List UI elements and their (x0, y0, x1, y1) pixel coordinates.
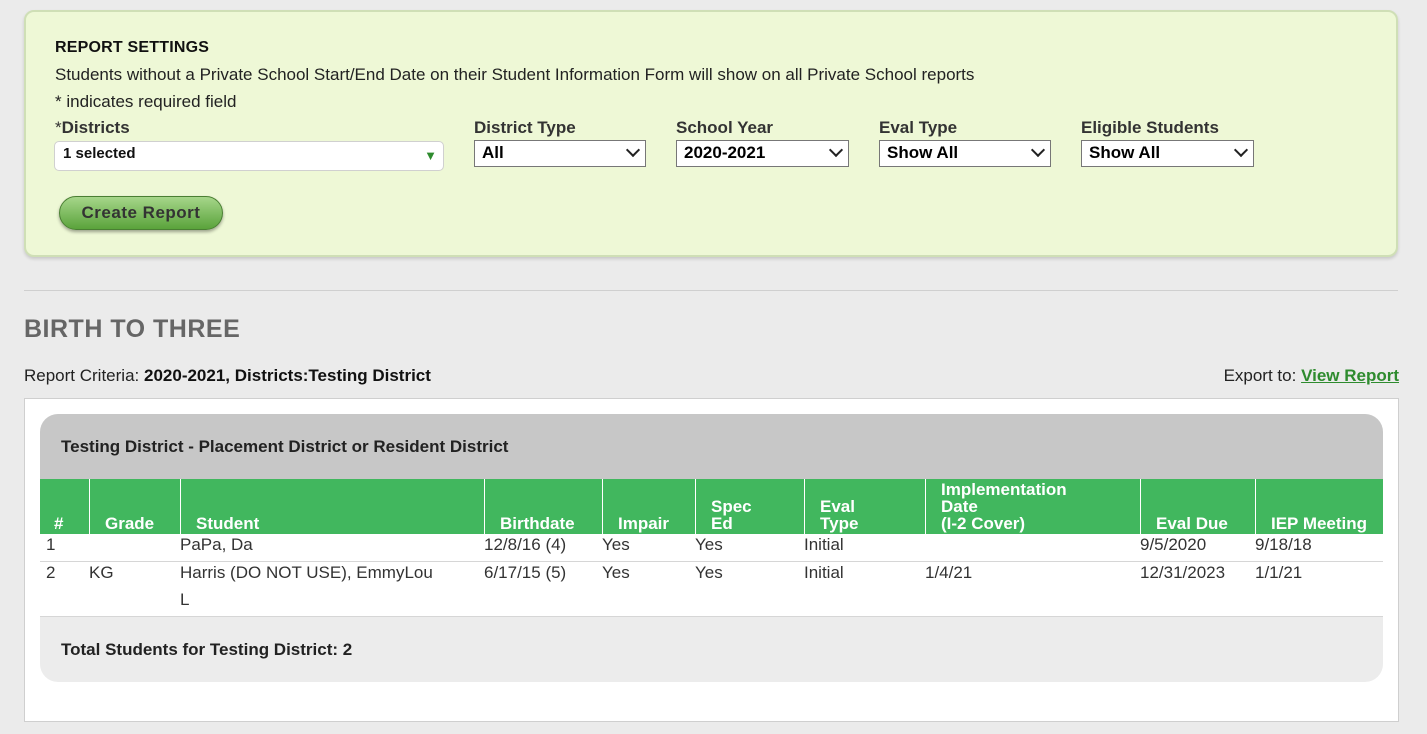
column-header: Eval Type (804, 479, 925, 534)
column-header: Implementation Date (I-2 Cover) (925, 479, 1140, 534)
table-cell: KG (89, 563, 114, 582)
column-header: Impair (602, 479, 695, 534)
required-field-note: * indicates required field (55, 92, 237, 111)
total-students: Total Students for Testing District: 2 (61, 640, 353, 659)
districts-label-text: Districts (61, 118, 130, 137)
table-cell: Yes (695, 563, 723, 582)
table-cell: 12/8/16 (4) (484, 535, 567, 554)
column-header: Eval Due (1140, 479, 1255, 534)
settings-title: REPORT SETTINGS (55, 39, 210, 56)
eval-type-select[interactable]: Show All (879, 140, 1051, 167)
district-group: Testing District - Placement District or… (40, 414, 1383, 682)
table-cell: 9/5/2020 (1140, 535, 1207, 554)
district-type-select[interactable]: All (474, 140, 646, 167)
chevron-down-icon (1233, 142, 1249, 158)
report-criteria: Report Criteria: 2020-2021, Districts:Te… (24, 366, 431, 386)
column-header: Student (180, 479, 484, 534)
table-cell: Initial (804, 535, 844, 554)
report-settings-panel: REPORT SETTINGS Students without a Priva… (24, 10, 1398, 257)
view-report-link[interactable]: View Report (1301, 366, 1399, 385)
group-title: Testing District - Placement District or… (61, 437, 509, 456)
eval-type-value: Show All (887, 143, 959, 162)
criteria-value: 2020-2021, Districts:Testing District (144, 366, 431, 385)
table-row: 1 PaPa, Da 12/8/16 (4) Yes Yes Initial 9/5/202… (40, 534, 1383, 562)
report-title: BIRTH TO THREE (24, 315, 241, 343)
school-year-label: School Year (676, 118, 774, 137)
section-divider (24, 290, 1398, 291)
district-type-label: District Type (474, 118, 576, 137)
eval-type-label: Eval Type (879, 118, 958, 137)
report-panel: Testing District - Placement District or… (24, 398, 1399, 722)
required-star: * (55, 118, 62, 137)
school-year-select[interactable]: 2020-2021 (676, 140, 849, 167)
criteria-label: Report Criteria: (24, 366, 140, 385)
table-header: # Grade Student Birthdate Impair Spec Ed Eval … (40, 479, 1383, 534)
create-report-button[interactable]: Create Report (59, 196, 223, 230)
column-header: # (54, 514, 64, 533)
group-header: Testing District - Placement District or… (40, 414, 1383, 479)
export-label: Export to: (1223, 366, 1297, 385)
chevron-down-icon (1030, 142, 1046, 158)
table-cell: Initial (804, 563, 844, 582)
districts-label: *Districts (55, 118, 130, 138)
chevron-down-icon (625, 142, 641, 158)
districts-value: 1 selected (63, 145, 136, 162)
chevron-down-icon (828, 142, 844, 158)
table-cell: Harris (DO NOT USE), EmmyLou L (180, 563, 433, 609)
dropdown-triangle-icon: ▼ (424, 148, 437, 163)
table-row: 2 KG Harris (DO NOT USE), EmmyLou L 6/17/15… (40, 562, 1383, 617)
eligible-students-select[interactable]: Show All (1081, 140, 1254, 167)
table-cell: Yes (602, 535, 630, 554)
table-cell: PaPa, Da (180, 535, 253, 554)
table-cell: 2 (46, 563, 56, 582)
eligible-students-value: Show All (1089, 143, 1161, 162)
table-cell: 1/1/21 (1255, 563, 1303, 582)
table-cell: 1/4/21 (925, 563, 973, 582)
column-header: Grade (89, 479, 180, 534)
districts-multiselect[interactable]: 1 selected ▼ (54, 141, 444, 171)
column-header: IEP Meeting (1255, 479, 1383, 534)
column-header: Birthdate (484, 479, 602, 534)
table-cell: 6/17/15 (5) (484, 563, 567, 582)
settings-note: Students without a Private School Start/… (55, 65, 975, 84)
table-cell: 12/31/2023 (1140, 563, 1226, 582)
district-type-value: All (482, 143, 504, 162)
table-cell: 9/18/18 (1255, 535, 1312, 554)
table-cell: 1 (46, 535, 56, 554)
eligible-students-label: Eligible Students (1081, 118, 1219, 137)
column-header: Spec Ed (695, 479, 804, 534)
table-cell: Yes (695, 535, 723, 554)
export-area: Export to: View Report (1224, 366, 1399, 386)
table-cell: Yes (602, 563, 630, 582)
school-year-value: 2020-2021 (684, 143, 766, 162)
